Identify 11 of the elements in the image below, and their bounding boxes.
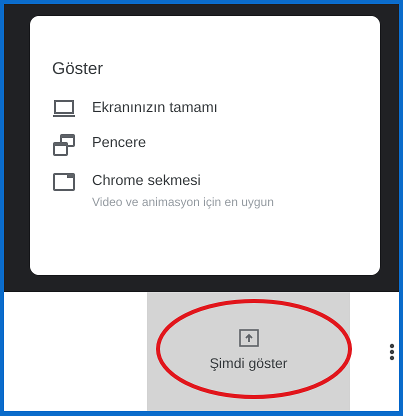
more-options-icon[interactable] <box>389 342 395 360</box>
present-icon <box>238 329 258 347</box>
menu-item-description: Video ve animasyon için en uygun <box>92 194 274 211</box>
menu-item[interactable]: Ekranınızın tamamı <box>92 98 218 120</box>
browser-tab-icon <box>52 171 76 194</box>
present-now-button[interactable]: Şimdi göster <box>147 292 350 411</box>
menu-item[interactable]: Chrome sekmesi <box>92 171 274 193</box>
monitor-icon <box>52 98 76 118</box>
menu-title: Göster <box>52 58 104 80</box>
menu-item[interactable]: Pencere <box>92 133 146 155</box>
windows-icon <box>52 133 76 158</box>
